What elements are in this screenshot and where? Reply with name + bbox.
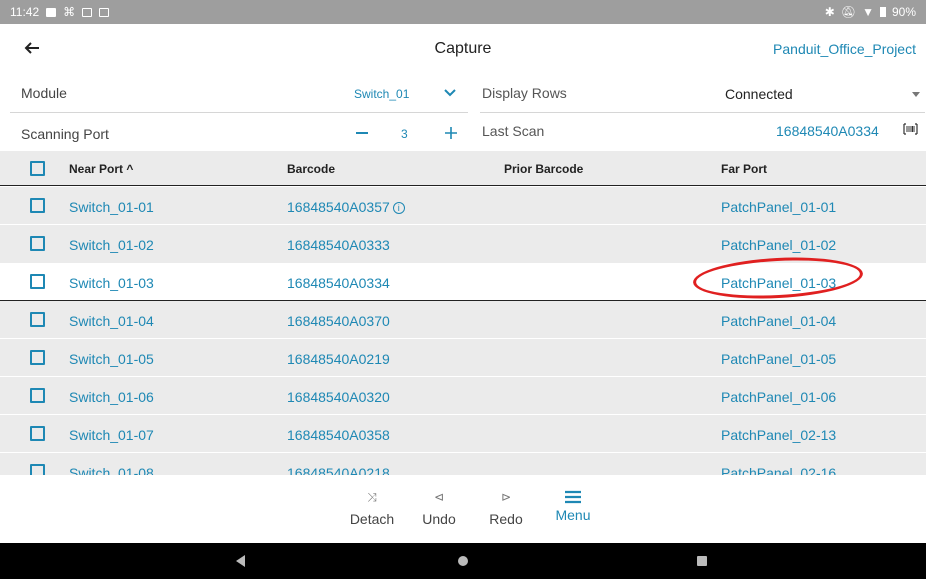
capture-controls: Module Switch_01 Display Rows Connected …	[0, 74, 926, 151]
undo-icon: ⊲	[433, 490, 445, 504]
redo-icon: ⊳	[500, 490, 512, 504]
near-port-cell: Switch_01-07	[69, 427, 154, 443]
column-near-port[interactable]: Near Port ^	[69, 162, 133, 176]
network-icon: ⌘	[63, 5, 76, 19]
info-icon[interactable]: i	[392, 202, 405, 214]
scanning-port-row: Scanning Port 3 Last Scan 16848540A0334	[0, 113, 926, 151]
row-checkbox[interactable]	[30, 274, 45, 289]
row-checkbox[interactable]	[30, 198, 45, 213]
barcode-scan-icon[interactable]	[903, 123, 918, 135]
android-nav-bar	[0, 543, 926, 579]
chevron-down-icon[interactable]	[444, 88, 456, 98]
status-time: 11:42	[10, 5, 40, 19]
far-port-cell: PatchPanel_02-16	[721, 465, 837, 475]
redo-label: Redo	[489, 511, 523, 527]
barcode-cell: 16848540A0334	[287, 275, 390, 291]
near-port-cell: Switch_01-01	[69, 199, 154, 215]
near-port-cell: Switch_01-06	[69, 389, 154, 405]
undo-button[interactable]: ⊲ Undo	[409, 490, 469, 527]
mute-icon: 🔕︎	[840, 5, 857, 19]
detach-label: Detach	[349, 511, 395, 527]
scanning-port-value: 3	[401, 127, 408, 141]
display-rows-select[interactable]: Connected	[725, 86, 793, 102]
far-port-cell: PatchPanel_02-13	[721, 427, 837, 443]
table-row[interactable]: Switch_01-06 16848540A0320 PatchPanel_01…	[0, 376, 926, 414]
far-port-cell: PatchPanel_01-04	[721, 313, 837, 329]
row-checkbox[interactable]	[30, 350, 45, 365]
battery-level: 90%	[891, 5, 916, 19]
last-scan-label: Last Scan	[482, 123, 545, 139]
menu-label: Menu	[555, 507, 591, 523]
column-far-port[interactable]: Far Port	[721, 162, 767, 176]
row-checkbox[interactable]	[30, 426, 45, 441]
barcode-cell: 16848540A0219	[287, 351, 390, 367]
status-bar: 11:42 ⌘ ✱ 🔕︎ ▼ 90%	[0, 0, 926, 24]
wifi-icon: ▼	[862, 5, 874, 19]
bottom-toolbar: ⤨ Detach ⊲ Undo ⊳ Redo Menu	[0, 475, 926, 543]
row-checkbox[interactable]	[30, 312, 45, 327]
battery-icon	[879, 7, 886, 17]
row-checkbox[interactable]	[30, 236, 45, 251]
table-row[interactable]: Switch_01-07 16848540A0358 PatchPanel_02…	[0, 414, 926, 452]
ports-table: Switch_01-01 16848540A0357 i PatchPanel_0…	[0, 186, 926, 475]
far-port-cell: PatchPanel_01-02	[721, 237, 837, 253]
barcode-cell: 16848540A0370	[287, 313, 390, 329]
far-port-cell: PatchPanel_01-01	[721, 199, 837, 215]
nav-recents-icon[interactable]	[697, 556, 707, 566]
project-link[interactable]: Panduit_Office_Project	[773, 41, 916, 57]
table-row[interactable]: Switch_01-05 16848540A0219 PatchPanel_01…	[0, 338, 926, 376]
module-select[interactable]: Switch_01	[354, 87, 409, 101]
bluetooth-icon: ✱	[824, 5, 835, 19]
row-checkbox[interactable]	[30, 388, 45, 403]
undo-label: Undo	[422, 511, 456, 527]
menu-icon	[565, 490, 581, 504]
increment-port-button[interactable]	[444, 126, 458, 140]
display-rows-label: Display Rows	[482, 85, 567, 101]
redo-button[interactable]: ⊳ Redo	[476, 490, 536, 527]
table-row[interactable]: Switch_01-01 16848540A0357 i PatchPanel_0…	[0, 186, 926, 224]
select-all-checkbox[interactable]	[30, 161, 45, 176]
menu-button[interactable]: Menu	[543, 490, 603, 523]
barcode-cell: 16848540A0218	[287, 465, 390, 475]
column-prior-barcode[interactable]: Prior Barcode	[504, 162, 583, 176]
near-port-cell: Switch_01-02	[69, 237, 154, 253]
table-header: Near Port ^ Barcode Prior Barcode Far Po…	[0, 151, 926, 186]
table-row[interactable]: Switch_01-08 16848540A0218 PatchPanel_02…	[0, 452, 926, 475]
last-scan-value: 16848540A0334	[776, 123, 879, 139]
table-row[interactable]: Switch_01-04 16848540A0370 PatchPanel_01…	[0, 300, 926, 338]
screen-icon	[99, 7, 110, 17]
column-barcode[interactable]: Barcode	[287, 162, 335, 176]
barcode-cell: 16848540A0357 i	[287, 199, 405, 215]
row-checkbox[interactable]	[30, 464, 45, 475]
nav-back-icon[interactable]	[236, 555, 245, 567]
near-port-cell: Switch_01-05	[69, 351, 154, 367]
far-port-cell: PatchPanel_01-05	[721, 351, 837, 367]
far-port-cell: PatchPanel_01-06	[721, 389, 837, 405]
dropdown-caret-icon[interactable]	[912, 92, 920, 97]
table-row[interactable]: Switch_01-02 16848540A0333 PatchPanel_01…	[0, 224, 926, 262]
app-header: Capture Panduit_Office_Project	[0, 24, 926, 74]
near-port-cell: Switch_01-03	[69, 275, 154, 291]
scanning-port-label: Scanning Port	[21, 126, 109, 142]
near-port-cell: Switch_01-04	[69, 313, 154, 329]
barcode-cell: 16848540A0358	[287, 427, 390, 443]
barcode-cell: 16848540A0333	[287, 237, 390, 253]
barcode-value: 16848540A0357	[287, 199, 390, 215]
module-row: Module Switch_01 Display Rows Connected	[0, 74, 926, 113]
barcode-cell: 16848540A0320	[287, 389, 390, 405]
decrement-port-button[interactable]	[356, 132, 368, 134]
detach-button[interactable]: ⤨ Detach	[342, 490, 402, 527]
screenshot-icon	[82, 7, 93, 17]
near-port-cell: Switch_01-08	[69, 465, 154, 475]
nav-home-icon[interactable]	[458, 556, 468, 566]
module-label: Module	[21, 85, 67, 101]
detach-icon: ⤨	[367, 490, 377, 504]
image-icon	[46, 7, 57, 17]
